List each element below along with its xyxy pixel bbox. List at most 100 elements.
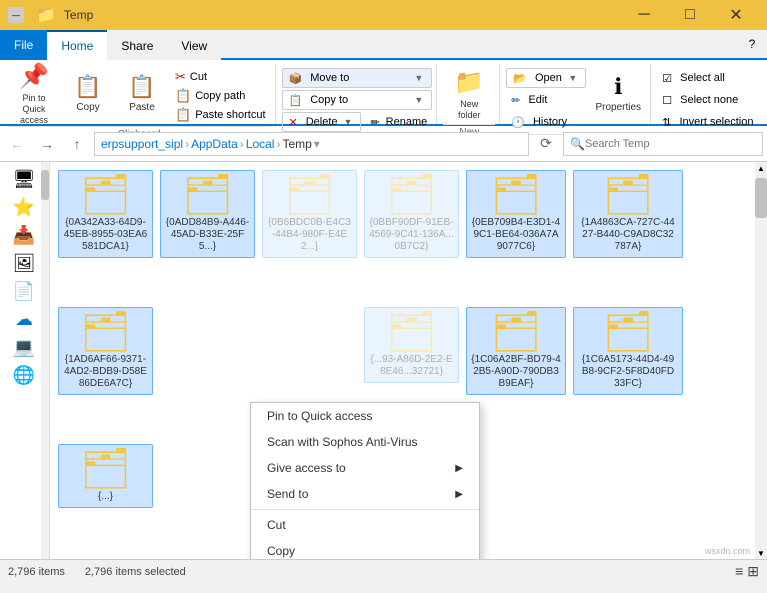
clipboard-stack: ✂ Cut 📋 Copy path 📋 Paste shortcut <box>170 64 271 124</box>
select-none-icon: ☐ <box>662 94 672 107</box>
organize-items: 📦 Move to ▼ 📋 Copy to ▼ ✕ Delete ▼ <box>282 64 433 132</box>
rename-btn[interactable]: ✏ Rename <box>365 112 432 132</box>
scroll-down-btn[interactable]: ▼ <box>755 547 767 559</box>
paste-shortcut-btn[interactable]: 📋 Paste shortcut <box>170 106 271 124</box>
search-box[interactable]: 🔍 <box>563 132 763 156</box>
close-window-btn[interactable]: ✕ <box>713 0 759 30</box>
address-bar: ← → ↑ erpsupport_sipl › AppData › Local … <box>0 126 767 162</box>
grid-view-btn[interactable]: ⊞ <box>747 563 759 580</box>
move-to-label: Move to <box>306 72 408 84</box>
folder-item-5[interactable]: 🗂 {0EB709B4-E3D1-49C1-BE64-036A7A9077C6} <box>466 170 566 258</box>
folder-item-11[interactable]: 🗂 {...} <box>58 444 153 508</box>
move-to-btn[interactable]: 📦 Move to ▼ <box>282 68 433 88</box>
delete-btn[interactable]: ✕ Delete ▼ <box>282 112 362 132</box>
ctx-sep-1 <box>251 509 479 510</box>
right-scrollbar: ▲ ▼ <box>755 162 767 559</box>
forward-btn[interactable]: → <box>34 131 60 157</box>
history-btn[interactable]: 🕐 History <box>506 112 586 132</box>
open-stack: 📂 Open ▼ ✏ Edit 🕐 History <box>506 64 586 132</box>
select-all-btn[interactable]: ☑ Select all <box>657 68 758 88</box>
ctx-copy[interactable]: Copy <box>251 538 479 559</box>
watermark: wsxdn.com <box>702 545 753 557</box>
tab-home[interactable]: Home <box>47 30 107 60</box>
folder-icon-2: 🗂 <box>182 175 233 215</box>
new-folder-btn[interactable]: 📁 New folder <box>443 64 495 122</box>
list-view-btn[interactable]: ≡ <box>735 563 743 580</box>
paste-shortcut-label: Paste shortcut <box>195 109 265 121</box>
folder-item-7[interactable]: 🗂 {1AD6AF66-9371-4AD2-BDB9-D58E86DE6A7C} <box>58 307 153 395</box>
search-input[interactable] <box>585 138 756 150</box>
folder-item-4[interactable]: 🗂 {0BBF90DF-91EB-4569-9C41-136A...0B7C2} <box>364 170 459 258</box>
open-ribbon-btn[interactable]: 📂 Open ▼ <box>506 68 586 88</box>
paste-btn[interactable]: 📋 Paste <box>116 64 168 122</box>
scroll-up-btn[interactable]: ▲ <box>755 162 767 174</box>
ctx-send-to[interactable]: Send to ▶ <box>251 481 479 507</box>
folder-label-1: {0A342A33-64D9-45EB-8955-03EA6581DCA1} <box>63 217 148 253</box>
help-btn[interactable]: ? <box>737 30 767 60</box>
folder-label-9: {1C06A2BF-BD79-42B5-A90D-790DB3B9EAF} <box>471 354 561 390</box>
item-count: 2,796 items <box>8 566 65 578</box>
up-btn[interactable]: ↑ <box>64 131 90 157</box>
folder-item-10[interactable]: 🗂 {1C6A5173-44D4-49B8-9CF2-5F8D40FD33FC} <box>573 307 683 395</box>
organize-stack: 📦 Move to ▼ 📋 Copy to ▼ ✕ Delete ▼ <box>282 64 433 132</box>
selected-count: 2,796 items selected <box>85 566 186 578</box>
left-scrollbar-thumb[interactable] <box>41 170 49 200</box>
minimize-btn[interactable]: — <box>8 7 24 23</box>
ctx-send-to-arrow: ▶ <box>455 489 463 500</box>
ctx-give-access[interactable]: Give access to ▶ <box>251 455 479 481</box>
ctx-give-access-arrow: ▶ <box>455 463 463 474</box>
folder-item-2[interactable]: 🗂 {0ADD84B9-A446-45AD-B33E-25F5...} <box>160 170 255 258</box>
tab-share[interactable]: Share <box>107 30 167 60</box>
select-none-btn[interactable]: ☐ Select none <box>657 90 758 110</box>
folder-label-11: {...} <box>98 491 113 503</box>
folder-item-1[interactable]: 🗂 {0A342A33-64D9-45EB-8955-03EA6581DCA1} <box>58 170 153 258</box>
copy-path-label: Copy path <box>195 90 245 102</box>
cut-icon: ✂ <box>175 69 186 85</box>
properties-btn[interactable]: ℹ Properties <box>590 64 646 122</box>
minimize-window-btn[interactable]: ─ <box>621 0 667 30</box>
delete-label: Delete <box>302 116 338 128</box>
cut-btn[interactable]: ✂ Cut <box>170 68 271 86</box>
path-sep-3: › <box>276 137 280 151</box>
edit-icon: ✏ <box>511 94 520 107</box>
pin-label: Pin to Quick access <box>11 93 57 125</box>
folder-item-9[interactable]: 🗂 {1C06A2BF-BD79-42B5-A90D-790DB3B9EAF} <box>466 307 566 395</box>
folder-label-3: {0B6BDC0B-E4C3-44B4-980F-E4E2...} <box>267 217 352 253</box>
scrollbar-thumb[interactable] <box>755 178 767 218</box>
folder-item-6[interactable]: 🗂 {1A4863CA-727C-4427-B440-C9AD8C32787A} <box>573 170 683 258</box>
back-btn[interactable]: ← <box>4 131 30 157</box>
tab-file[interactable]: File <box>0 30 47 60</box>
left-panel-item-3[interactable]: 📥 <box>2 222 46 248</box>
edit-btn[interactable]: ✏ Edit <box>506 90 586 110</box>
copy-path-btn[interactable]: 📋 Copy path <box>170 87 271 105</box>
left-panel-item-7[interactable]: 💻 <box>2 334 46 360</box>
left-panel-item-4[interactable]: 🖼 <box>2 250 46 276</box>
left-panel-item-1[interactable]: 🖥 <box>2 166 46 192</box>
folder-icon-6: 🗂 <box>603 175 654 215</box>
left-panel: 🖥 ⭐ 📥 🖼 📄 ☁ 💻 🌐 <box>0 162 50 559</box>
invert-selection-btn[interactable]: ⇅ Invert selection <box>657 112 758 132</box>
left-panel-item-5[interactable]: 📄 <box>2 278 46 304</box>
pin-quick-access-btn[interactable]: 📌 Pin to Quick access <box>8 64 60 122</box>
left-panel-item-2[interactable]: ⭐ <box>2 194 46 220</box>
ctx-pin-quick-access[interactable]: Pin to Quick access <box>251 403 479 429</box>
ctx-send-to-label: Send to <box>267 487 308 501</box>
left-panel-item-8[interactable]: 🌐 <box>2 362 46 388</box>
maximize-window-btn[interactable]: □ <box>667 0 713 30</box>
search-icon: 🔍 <box>570 137 585 151</box>
left-panel-item-6[interactable]: ☁ <box>2 306 46 332</box>
ribbon-group-organize: 📦 Move to ▼ 📋 Copy to ▼ ✕ Delete ▼ <box>278 64 438 124</box>
refresh-btn[interactable]: ⟳ <box>533 131 559 157</box>
folder-item-3[interactable]: 🗂 {0B6BDC0B-E4C3-44B4-980F-E4E2...} <box>262 170 357 258</box>
scroll-track <box>755 218 767 547</box>
file-area: Pin to Quick access Scan with Sophos Ant… <box>50 162 755 559</box>
folder-item-8[interactable]: 🗂 {...93-A86D-2E2-E8E46...32721} <box>364 307 459 383</box>
ctx-cut[interactable]: Cut <box>251 512 479 538</box>
ctx-scan-sophos[interactable]: Scan with Sophos Anti-Virus <box>251 429 479 455</box>
folder-icon-3: 🗂 <box>284 175 335 215</box>
copy-to-btn[interactable]: 📋 Copy to ▼ <box>282 90 433 110</box>
address-path[interactable]: erpsupport_sipl › AppData › Local › Temp… <box>94 132 529 156</box>
tab-view[interactable]: View <box>167 30 221 60</box>
copy-btn[interactable]: 📋 Copy <box>62 64 114 122</box>
path-part-2: AppData <box>191 137 238 151</box>
